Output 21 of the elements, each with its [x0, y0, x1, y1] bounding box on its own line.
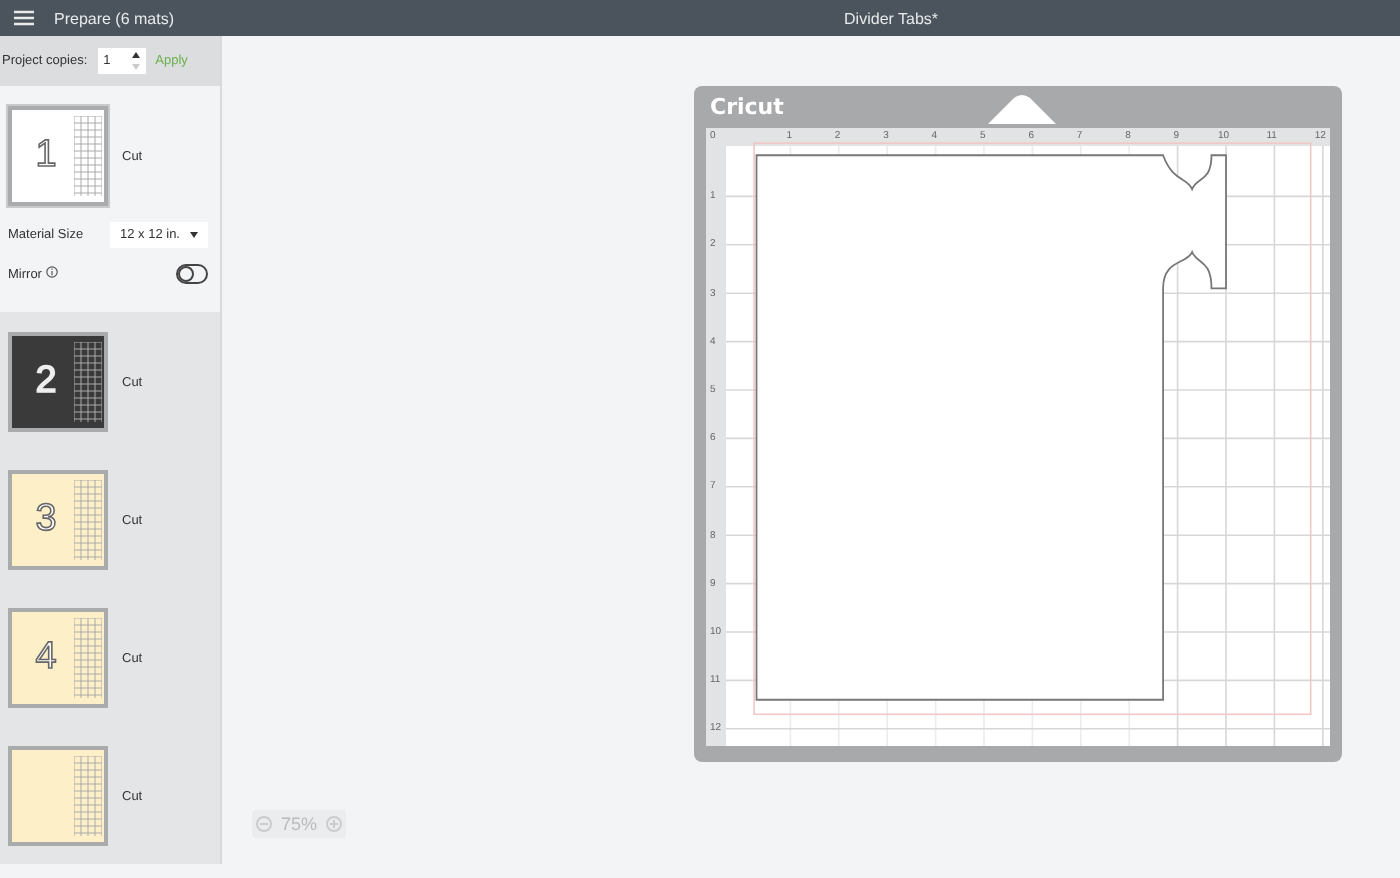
- menu-icon[interactable]: [14, 10, 34, 26]
- grid-icon: [74, 342, 102, 422]
- caret-icon: [190, 232, 198, 238]
- grid-icon: [74, 480, 102, 560]
- spinner-arrows-icon[interactable]: [131, 52, 140, 70]
- mat-thumbnail[interactable]: [8, 746, 108, 846]
- grid-icon: [74, 116, 102, 196]
- mat-number: 2: [35, 360, 57, 404]
- hanger-notch-icon: [988, 92, 1056, 124]
- mirror-toggle[interactable]: [176, 264, 208, 284]
- grid-icon: [74, 618, 102, 698]
- mat-number: 3: [35, 498, 57, 542]
- mat-number: 1: [35, 134, 57, 178]
- mat-thumbnail[interactable]: 1: [8, 106, 108, 206]
- mat-number: 4: [35, 636, 57, 680]
- brand-logo: Cricut: [710, 94, 784, 120]
- mat-thumbnail[interactable]: 2: [8, 332, 108, 432]
- document-title: Divider Tabs*: [844, 9, 939, 27]
- grid-icon: [74, 756, 102, 836]
- window-title: Prepare (6 mats): [54, 9, 175, 27]
- info-icon[interactable]: [45, 266, 58, 278]
